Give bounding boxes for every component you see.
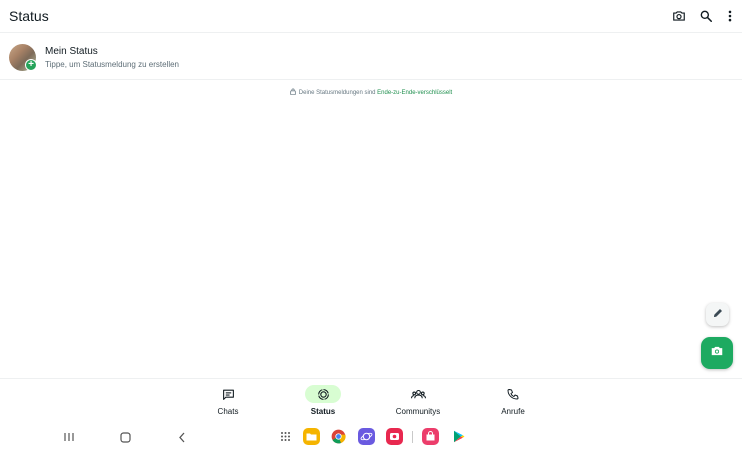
tab-chats[interactable]: Chats bbox=[193, 385, 263, 421]
my-status-subtitle: Tippe, um Statusmeldung zu erstellen bbox=[45, 60, 179, 69]
screen-recorder-icon[interactable] bbox=[386, 428, 403, 445]
tab-calls[interactable]: Anrufe bbox=[478, 385, 548, 421]
new-photo-status-button[interactable] bbox=[701, 337, 733, 369]
app-drawer-icon[interactable] bbox=[277, 428, 294, 445]
tab-chats-label: Chats bbox=[217, 407, 239, 416]
dock-separator bbox=[412, 431, 413, 443]
page-title: Status bbox=[9, 8, 49, 24]
galaxy-store-icon[interactable] bbox=[422, 428, 439, 445]
tab-status-label: Status bbox=[310, 407, 336, 416]
play-store-icon[interactable] bbox=[450, 428, 467, 445]
back-icon[interactable] bbox=[175, 430, 189, 444]
my-status-row[interactable]: + Mein Status Tippe, um Statusmeldung zu… bbox=[0, 38, 742, 76]
chats-icon bbox=[210, 385, 246, 403]
camera-icon[interactable] bbox=[671, 8, 687, 24]
lock-icon bbox=[290, 88, 296, 97]
camera-icon bbox=[710, 344, 724, 363]
tab-status[interactable]: Status bbox=[288, 385, 358, 421]
tab-communities-label: Communitys bbox=[395, 407, 441, 416]
recents-icon[interactable] bbox=[62, 430, 76, 444]
home-icon[interactable] bbox=[118, 430, 132, 444]
app-header: Status bbox=[0, 0, 742, 32]
status-divider bbox=[0, 79, 742, 80]
status-icon bbox=[305, 385, 341, 403]
encryption-text: Deine Statusmeldungen sind bbox=[298, 90, 378, 96]
new-text-status-button[interactable] bbox=[706, 303, 729, 326]
pencil-icon bbox=[712, 306, 724, 324]
calls-icon bbox=[495, 385, 531, 403]
header-divider bbox=[0, 32, 742, 33]
tab-calls-label: Anrufe bbox=[501, 407, 525, 416]
add-status-icon[interactable]: + bbox=[25, 59, 37, 71]
my-files-icon[interactable] bbox=[303, 428, 320, 445]
encryption-link[interactable]: Ende-zu-Ende-verschlüsselt bbox=[377, 90, 452, 96]
tab-communities[interactable]: Communitys bbox=[383, 385, 453, 421]
samsung-internet-icon[interactable] bbox=[358, 428, 375, 445]
communities-icon bbox=[400, 385, 436, 403]
system-nav-bar bbox=[0, 424, 742, 450]
encryption-notice: Deine Statusmeldungen sind Ende-zu-Ende-… bbox=[0, 88, 742, 97]
chrome-icon[interactable] bbox=[330, 428, 347, 445]
my-status-name: Mein Status bbox=[45, 46, 98, 57]
bottom-nav: Chats Status Communitys Anrufe bbox=[0, 378, 742, 420]
search-icon[interactable] bbox=[698, 8, 714, 24]
more-vert-icon[interactable] bbox=[722, 8, 738, 24]
